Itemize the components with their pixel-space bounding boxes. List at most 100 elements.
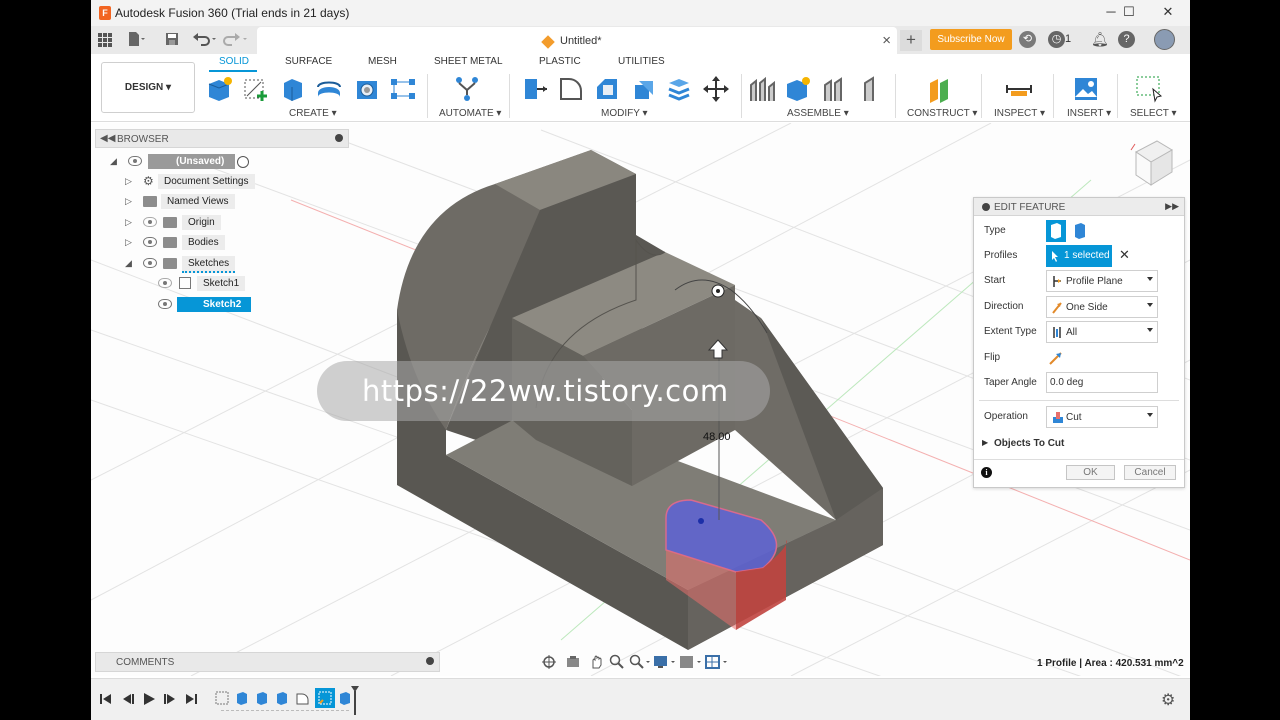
expand-triangle-icon[interactable]: ▷ bbox=[125, 176, 132, 187]
visibility-eye-icon[interactable] bbox=[143, 258, 157, 268]
inspect-menu[interactable]: INSPECT ▾ bbox=[994, 108, 1045, 119]
distance-dimension[interactable]: 48.00 bbox=[703, 431, 731, 443]
collapse-triangle-icon[interactable]: ◢ bbox=[125, 258, 132, 269]
root-component-label[interactable]: (Unsaved) bbox=[148, 154, 235, 169]
insert-image-icon[interactable] bbox=[1072, 75, 1100, 103]
visibility-eye-icon[interactable] bbox=[143, 237, 157, 247]
tab-solid[interactable]: SOLID bbox=[219, 56, 249, 67]
profiles-selection-button[interactable]: 1 selected bbox=[1046, 245, 1112, 267]
ok-button[interactable]: OK bbox=[1066, 465, 1115, 480]
document-tab[interactable]: Untitled* × bbox=[257, 27, 897, 54]
browser-header[interactable]: ◀◀ BROWSER bbox=[95, 129, 349, 148]
new-tab-button[interactable]: + bbox=[900, 30, 922, 51]
timeline-extrude-icon[interactable] bbox=[254, 690, 270, 706]
new-component-icon[interactable] bbox=[206, 75, 234, 103]
zoom-icon[interactable] bbox=[609, 654, 625, 670]
edit-feature-header[interactable]: EDIT FEATURE ▶▶ bbox=[974, 198, 1184, 216]
tree-node-bodies[interactable]: ▷ Bodies bbox=[95, 234, 349, 252]
save-icon[interactable] bbox=[165, 31, 179, 47]
fillet-icon[interactable] bbox=[557, 75, 585, 103]
maximize-button[interactable]: ☐ bbox=[1109, 4, 1149, 22]
pan-hand-icon[interactable] bbox=[589, 654, 605, 670]
tree-node-sketch2[interactable]: Sketch2 bbox=[95, 296, 349, 314]
undo-icon[interactable] bbox=[192, 31, 218, 47]
visibility-eye-icon[interactable] bbox=[158, 299, 172, 309]
direction-dropdown[interactable]: One Side bbox=[1046, 296, 1158, 318]
expand-triangle-icon[interactable]: ▷ bbox=[125, 237, 132, 248]
new-component-assemble-icon[interactable] bbox=[784, 75, 812, 103]
step-forward-icon[interactable] bbox=[163, 692, 177, 706]
offset-plane-icon[interactable] bbox=[926, 75, 954, 103]
extent-type-dropdown[interactable]: All bbox=[1046, 321, 1158, 343]
add-comment-icon[interactable] bbox=[426, 657, 434, 665]
create-sketch-icon[interactable] bbox=[242, 75, 270, 103]
timeline-fillet-icon[interactable] bbox=[294, 690, 310, 706]
timeline-sketch-icon[interactable] bbox=[214, 690, 230, 706]
display-settings-icon[interactable] bbox=[653, 654, 677, 670]
objects-to-cut-row[interactable]: ▶ Objects To Cut bbox=[974, 434, 1184, 456]
extrude-icon[interactable] bbox=[279, 75, 307, 103]
tab-mesh[interactable]: MESH bbox=[368, 56, 397, 67]
flip-direction-icon[interactable] bbox=[1048, 350, 1064, 366]
automate-icon[interactable] bbox=[453, 75, 481, 103]
orbit-icon[interactable] bbox=[541, 654, 557, 670]
expand-triangle-icon[interactable]: ▷ bbox=[125, 217, 132, 228]
fit-view-icon[interactable] bbox=[629, 654, 651, 670]
expand-triangle-icon[interactable]: ▶ bbox=[982, 438, 988, 447]
view-cube[interactable] bbox=[1130, 140, 1173, 186]
create-menu[interactable]: CREATE ▾ bbox=[289, 108, 337, 119]
press-pull-icon[interactable] bbox=[521, 75, 549, 103]
expand-dialog-icon[interactable]: ▶▶ bbox=[1165, 201, 1179, 212]
combine-icon[interactable] bbox=[665, 75, 693, 103]
tree-node-sketches[interactable]: ◢ Sketches bbox=[95, 255, 349, 273]
redo-icon[interactable] bbox=[223, 31, 249, 47]
tab-plastic[interactable]: PLASTIC bbox=[539, 56, 581, 67]
tree-node-sketch1[interactable]: Sketch1 bbox=[95, 275, 349, 293]
browser-minimize-icon[interactable] bbox=[335, 134, 343, 142]
automate-menu[interactable]: AUTOMATE ▾ bbox=[439, 108, 501, 119]
extrude-type-thin-button[interactable] bbox=[1070, 220, 1090, 242]
tab-utilities[interactable]: UTILITIES bbox=[618, 56, 665, 67]
motion-link-icon[interactable] bbox=[857, 75, 885, 103]
look-at-icon[interactable] bbox=[565, 654, 581, 670]
construct-menu[interactable]: CONSTRUCT ▾ bbox=[907, 108, 977, 119]
collapse-browser-icon[interactable]: ◀◀ bbox=[100, 133, 115, 144]
tab-sheet-metal[interactable]: SHEET METAL bbox=[434, 56, 503, 67]
select-window-icon[interactable] bbox=[1135, 75, 1163, 103]
go-to-start-icon[interactable] bbox=[99, 692, 113, 706]
job-status-icon[interactable]: ◷ bbox=[1048, 31, 1065, 48]
taper-angle-input[interactable] bbox=[1046, 372, 1158, 393]
tree-node-origin[interactable]: ▷ Origin bbox=[95, 214, 349, 232]
subscribe-now-button[interactable]: Subscribe Now bbox=[930, 29, 1012, 50]
activate-radio-icon[interactable] bbox=[237, 156, 249, 168]
close-document-tab-button[interactable]: × bbox=[882, 32, 891, 49]
assemble-menu[interactable]: ASSEMBLE ▾ bbox=[787, 108, 849, 119]
measure-icon[interactable] bbox=[1005, 75, 1033, 103]
expand-triangle-icon[interactable]: ▷ bbox=[125, 196, 132, 207]
user-avatar[interactable] bbox=[1154, 29, 1175, 50]
cancel-button[interactable]: Cancel bbox=[1124, 465, 1176, 480]
clear-selection-icon[interactable]: ✕ bbox=[1119, 247, 1130, 263]
hole-icon[interactable] bbox=[353, 75, 381, 103]
collapse-triangle-icon[interactable]: ◢ bbox=[110, 156, 117, 167]
close-window-button[interactable]: ✕ bbox=[1148, 4, 1188, 22]
step-back-icon[interactable] bbox=[121, 692, 135, 706]
collapse-dialog-icon[interactable] bbox=[982, 203, 990, 211]
tree-node-document-settings[interactable]: ▷ ⚙ Document Settings bbox=[95, 173, 349, 191]
revolve-icon[interactable] bbox=[315, 75, 343, 103]
timeline-extrude-icon[interactable] bbox=[274, 690, 290, 706]
viewports-icon[interactable] bbox=[705, 654, 729, 670]
as-built-joint-icon[interactable] bbox=[821, 75, 849, 103]
notifications-bell-icon[interactable]: 🔔︎ bbox=[1091, 31, 1109, 48]
chamfer-icon[interactable] bbox=[593, 75, 621, 103]
help-icon[interactable]: ? bbox=[1118, 31, 1135, 48]
workspace-switcher-button[interactable]: DESIGN ▾ bbox=[101, 62, 195, 113]
modify-menu[interactable]: MODIFY ▾ bbox=[601, 108, 648, 119]
info-icon[interactable]: i bbox=[981, 467, 992, 478]
shell-icon[interactable] bbox=[629, 75, 657, 103]
joint-icon[interactable] bbox=[748, 75, 776, 103]
move-copy-icon[interactable] bbox=[702, 75, 730, 103]
start-dropdown[interactable]: Profile Plane bbox=[1046, 270, 1158, 292]
hidden-eye-icon[interactable] bbox=[158, 278, 172, 288]
timeline-extrude-icon[interactable] bbox=[234, 690, 250, 706]
